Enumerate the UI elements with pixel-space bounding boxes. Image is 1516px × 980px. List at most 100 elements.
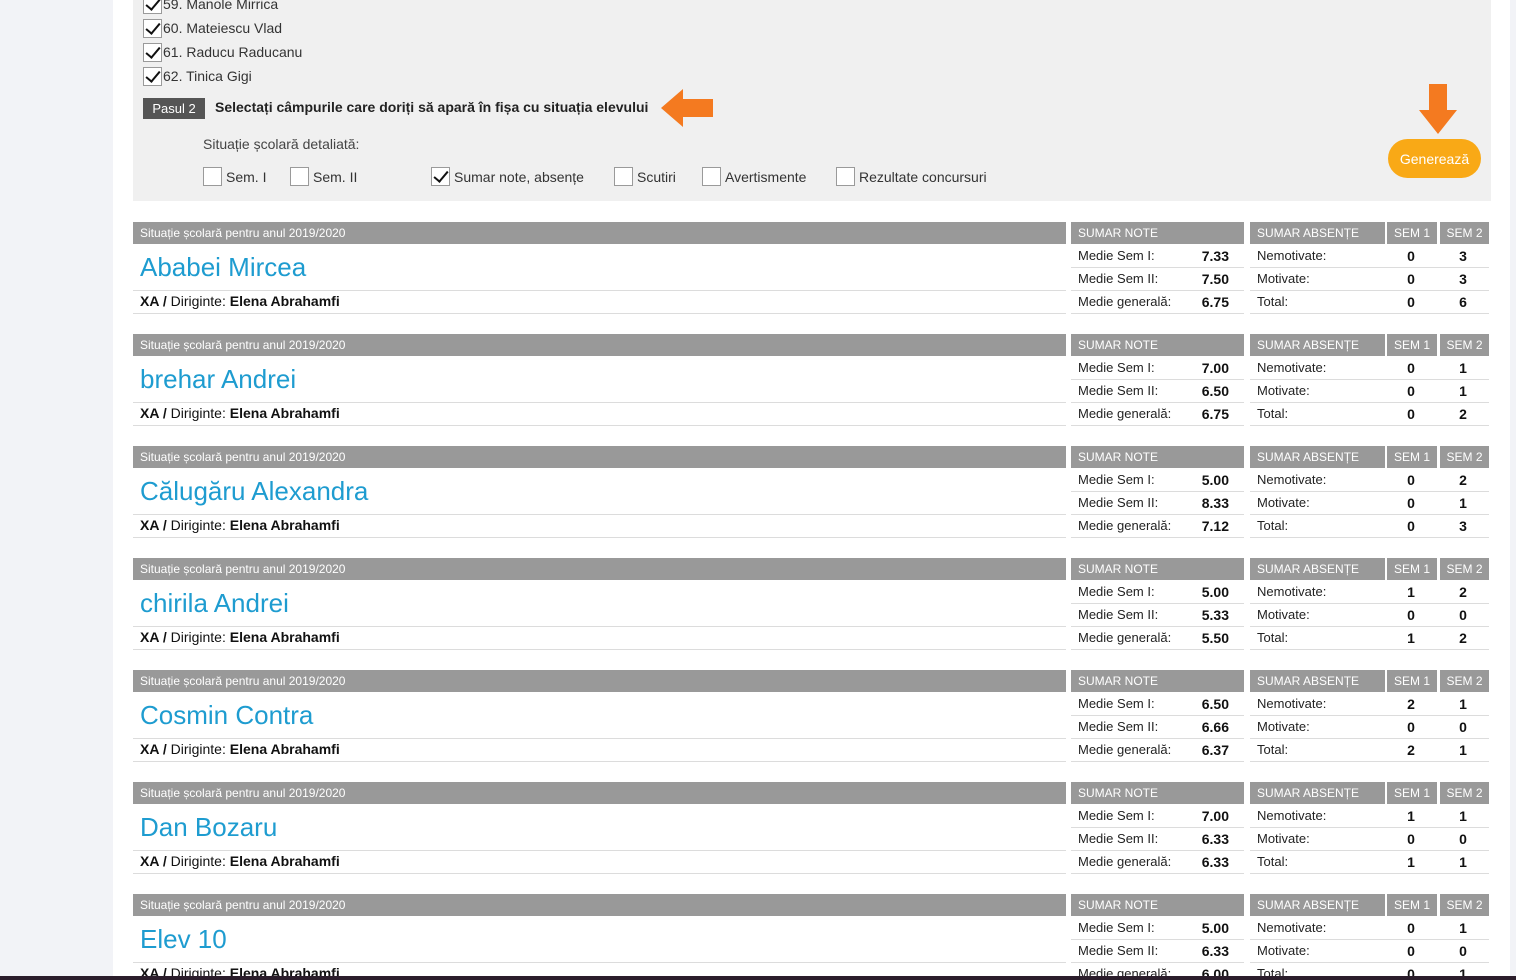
grade-label: Medie Sem II: [1078,943,1159,958]
student-name[interactable]: Ababei Mircea [140,252,306,283]
checkbox-checked[interactable] [143,42,162,62]
absence-sem1-value: 1 [1385,627,1437,650]
divider [133,761,1066,762]
student-name[interactable]: Elev 10 [140,924,227,955]
absence-sem1-value: 1 [1385,851,1437,874]
grade-row: Medie Sem II: 6.33 [1071,828,1244,851]
student-block: Situație școlară pentru anul 2019/2020 S… [133,446,1491,538]
grade-row: Medie generală: 6.37 [1071,739,1244,762]
absence-sem2-value: 1 [1437,917,1489,940]
checkbox-checked[interactable] [431,167,450,186]
absence-sem2-value: 0 [1437,940,1489,963]
absence-sem1-value: 0 [1385,380,1437,403]
absence-row: Nemotivate: [1250,805,1385,828]
grades-header: SUMAR NOTE [1071,894,1244,916]
class-line: XA / Diriginte: Elena Abrahamfi [140,629,340,645]
checkbox-unchecked[interactable] [836,167,855,186]
grade-value: 6.33 [1201,831,1229,847]
absence-sem2-value: 1 [1437,357,1489,380]
teacher-label: Diriginte: [170,741,226,757]
grade-label: Medie Sem II: [1078,831,1159,846]
divider [133,738,1066,739]
class-label: XA / [140,517,167,533]
teacher-name: Elena Abrahamfi [229,405,340,421]
grade-row: Medie Sem I: 7.00 [1071,357,1244,380]
page-content: 59. Manole Mirrica 60. Mateiescu Vlad 61… [113,0,1516,976]
grade-label: Medie generală: [1078,294,1172,309]
student-checkbox-item[interactable]: 61. Raducu Raducanu [143,41,302,63]
absence-sem1-value: 0 [1385,492,1437,515]
absence-sem2-value: 2 [1437,469,1489,492]
student-block: Situație școlară pentru anul 2019/2020 S… [133,894,1491,976]
sem2-header: SEM 2 [1440,894,1489,916]
grade-value: 6.33 [1201,943,1229,959]
sem1-header: SEM 1 [1387,782,1437,804]
grade-value: 5.00 [1201,472,1229,488]
sem1-header: SEM 1 [1387,334,1437,356]
student-name[interactable]: chirila Andrei [140,588,289,619]
checkbox-checked[interactable] [143,0,162,14]
grades-header: SUMAR NOTE [1071,782,1244,804]
grade-value: 7.12 [1201,518,1229,534]
option-summary[interactable]: Sumar note, absențe [431,166,584,187]
class-label: XA / [140,741,167,757]
grade-label: Medie Sem I: [1078,920,1155,935]
option-exemptions[interactable]: Scutiri [614,166,676,187]
absence-sem2-value: 0 [1437,604,1489,627]
absence-label: Total: [1257,630,1289,645]
generate-button[interactable]: Generează [1388,139,1481,178]
absence-sem1-value: 1 [1385,805,1437,828]
student-name[interactable]: Dan Bozaru [140,812,277,843]
student-block: Situație școlară pentru anul 2019/2020 S… [133,222,1491,314]
absence-sem1-value: 0 [1385,357,1437,380]
student-block: Situație școlară pentru anul 2019/2020 S… [133,782,1491,874]
checkbox-unchecked[interactable] [614,167,633,186]
absence-row: Nemotivate: [1250,693,1385,716]
option-contests[interactable]: Rezultate concursuri [836,166,987,187]
grade-row: Medie Sem II: 7.50 [1071,268,1244,291]
option-warnings[interactable]: Avertismente [702,166,806,187]
teacher-name: Elena Abrahamfi [229,629,340,645]
checkbox-checked[interactable] [143,66,162,86]
absence-sem1-value: 0 [1385,716,1437,739]
student-checkbox-item[interactable]: 59. Manole Mirrica [143,0,278,15]
absence-label: Nemotivate: [1257,472,1327,487]
absence-sem1-value: 1 [1385,581,1437,604]
checkbox-checked[interactable] [143,18,162,38]
options-panel: 59. Manole Mirrica 60. Mateiescu Vlad 61… [133,0,1491,201]
checkbox-unchecked[interactable] [203,167,222,186]
absence-row: Motivate: [1250,716,1385,739]
year-header: Situație școlară pentru anul 2019/2020 [133,222,1066,244]
class-line: XA / Diriginte: Elena Abrahamfi [140,965,340,976]
student-name[interactable]: brehar Andrei [140,364,296,395]
grades-header: SUMAR NOTE [1071,222,1244,244]
divider [133,537,1066,538]
student-checkbox-item[interactable]: 62. Tinica Gigi [143,65,252,87]
absence-row: Motivate: [1250,492,1385,515]
absence-label: Total: [1257,966,1289,976]
option-sem2[interactable]: Sem. II [290,166,357,187]
grade-label: Medie Sem I: [1078,472,1155,487]
absence-sem2-value: 1 [1437,492,1489,515]
divider [133,850,1066,851]
checkbox-unchecked[interactable] [290,167,309,186]
situation-label: Situație școlară detaliată: [203,136,360,152]
checkbox-unchecked[interactable] [702,167,721,186]
option-sem1[interactable]: Sem. I [203,166,266,187]
grade-row: Medie generală: 7.12 [1071,515,1244,538]
student-block: Situație școlară pentru anul 2019/2020 S… [133,670,1491,762]
student-checkbox-label: 59. Manole Mirrica [163,0,279,12]
grade-row: Medie Sem II: 5.33 [1071,604,1244,627]
class-line: XA / Diriginte: Elena Abrahamfi [140,293,340,309]
grade-label: Medie Sem I: [1078,696,1155,711]
student-checkbox-item[interactable]: 60. Mateiescu Vlad [143,17,282,39]
student-name[interactable]: Cosmin Contra [140,700,313,731]
absence-sem1-value: 0 [1385,963,1437,976]
absences-header: SUMAR ABSENȚE [1250,558,1385,580]
grade-value: 7.00 [1201,808,1229,824]
absence-label: Nemotivate: [1257,584,1327,599]
absence-sem1-value: 0 [1385,828,1437,851]
grade-value: 5.50 [1201,630,1229,646]
divider [133,873,1066,874]
student-name[interactable]: Călugăru Alexandra [140,476,368,507]
